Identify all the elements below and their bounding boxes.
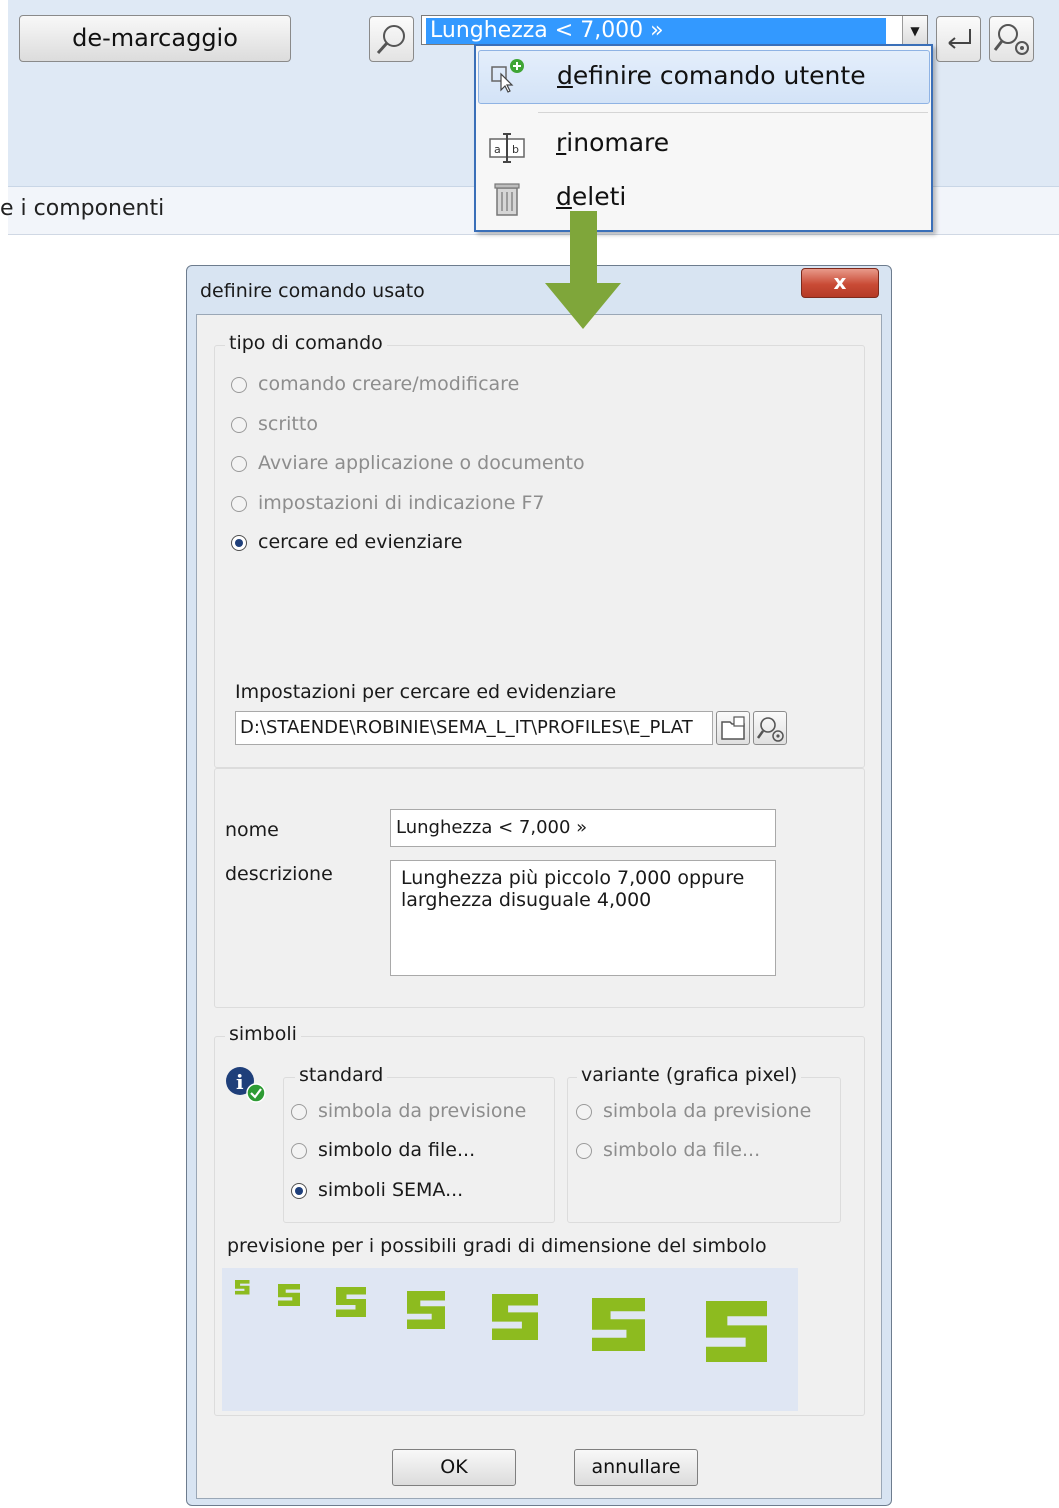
command-type-group bbox=[214, 345, 865, 768]
standard-legend: standard bbox=[295, 1064, 388, 1086]
radio-label: impostazioni di indicazione F7 bbox=[258, 492, 545, 514]
name-label: nome bbox=[225, 819, 279, 841]
radio-label: simbola da previsione bbox=[603, 1100, 812, 1122]
sema-s-icon bbox=[407, 1291, 445, 1329]
status-text: e i componenti bbox=[0, 196, 165, 221]
settings-label: Impostazioni per cercare ed evidenziare bbox=[235, 681, 617, 703]
menu-item-rename[interactable]: a b rinomare bbox=[478, 120, 930, 174]
radio-button-selected[interactable] bbox=[231, 535, 247, 551]
browse-file-button[interactable] bbox=[716, 711, 750, 745]
cancel-button[interactable]: annullare bbox=[574, 1449, 698, 1486]
return-arrow-icon bbox=[948, 29, 971, 49]
radio-button[interactable] bbox=[231, 496, 247, 512]
dialog-title: definire comando usato bbox=[200, 280, 425, 302]
menu-separator bbox=[538, 112, 928, 113]
sema-s-icon bbox=[235, 1280, 250, 1295]
demark-button[interactable]: de-marcaggio bbox=[19, 15, 291, 62]
radio-button[interactable] bbox=[231, 456, 247, 472]
open-folder-icon bbox=[721, 716, 745, 740]
description-label: descrizione bbox=[225, 863, 333, 885]
svg-text:i: i bbox=[236, 1070, 244, 1094]
command-combo[interactable]: Lunghezza < 7,000 » ▼ bbox=[421, 15, 928, 45]
radio-button[interactable] bbox=[231, 377, 247, 393]
close-button[interactable]: x bbox=[801, 268, 879, 298]
enter-button[interactable] bbox=[936, 16, 981, 62]
radio-button[interactable] bbox=[291, 1143, 307, 1159]
preview-label: previsione per i possibili gradi di dime… bbox=[227, 1235, 767, 1257]
sema-s-icon bbox=[706, 1301, 767, 1362]
sema-s-icon bbox=[492, 1294, 538, 1340]
green-arrow-icon bbox=[545, 211, 621, 329]
ok-button[interactable]: OK bbox=[392, 1449, 516, 1486]
dialog-body: tipo di comando comando creare/modificar… bbox=[196, 314, 882, 1499]
info-check-icon: i bbox=[226, 1067, 266, 1103]
description-line: Lunghezza più piccolo 7,000 oppure bbox=[401, 867, 745, 889]
menu-label-rename: rinomare bbox=[556, 128, 670, 157]
search-button[interactable] bbox=[369, 16, 414, 62]
combo-selected-text: Lunghezza < 7,000 » bbox=[426, 18, 886, 44]
sema-s-icon bbox=[278, 1284, 300, 1306]
svg-text:a: a bbox=[494, 143, 501, 156]
magnifier-icon bbox=[376, 25, 405, 55]
radio-label: comando creare/modificare bbox=[258, 373, 520, 395]
radio-label: Avviare applicazione o documento bbox=[258, 452, 585, 474]
search-settings-small-button[interactable] bbox=[753, 711, 787, 745]
search-settings-button[interactable] bbox=[989, 16, 1034, 62]
radio-label: scritto bbox=[258, 413, 318, 435]
radio-label: simbola da previsione bbox=[318, 1100, 527, 1122]
define-command-dialog: definire comando usato x tipo di comando… bbox=[186, 265, 892, 1506]
symbol-preview-panel bbox=[222, 1268, 798, 1411]
radio-button[interactable] bbox=[291, 1104, 307, 1120]
menu-label-define-user-command: definire comando utente bbox=[557, 61, 866, 90]
radio-button[interactable] bbox=[576, 1143, 592, 1159]
search-settings-icon bbox=[993, 24, 1029, 55]
radio-label: simbolo da file... bbox=[603, 1139, 761, 1161]
settings-path-field[interactable]: D:\STAENDE\ROBINIE\SEMA_L_IT\PROFILES\E_… bbox=[235, 711, 713, 745]
command-type-legend: tipo di comando bbox=[225, 332, 387, 354]
radio-label: cercare ed evienziare bbox=[258, 531, 463, 553]
menu-label-delete: deleti bbox=[556, 182, 627, 211]
description-field[interactable]: Lunghezza più piccolo 7,000 oppure largh… bbox=[390, 860, 776, 976]
sema-s-icon bbox=[336, 1287, 366, 1317]
menu-item-define-user-command[interactable]: definire comando utente bbox=[478, 50, 930, 104]
variant-legend: variante (grafica pixel) bbox=[577, 1064, 802, 1086]
sema-s-icon bbox=[592, 1298, 645, 1351]
trash-icon bbox=[494, 183, 520, 216]
search-settings-icon bbox=[756, 717, 784, 742]
svg-text:b: b bbox=[512, 143, 519, 156]
radio-button-selected[interactable] bbox=[291, 1183, 307, 1199]
description-line: larghezza disuguale 4,000 bbox=[401, 889, 652, 911]
name-field[interactable]: Lunghezza < 7,000 » bbox=[390, 809, 776, 847]
radio-button[interactable] bbox=[576, 1104, 592, 1120]
add-user-command-icon bbox=[491, 59, 524, 93]
rename-icon: a b bbox=[489, 133, 525, 163]
combo-dropdown-arrow[interactable]: ▼ bbox=[902, 16, 927, 44]
context-menu: definire comando utente a b rinomare del… bbox=[474, 44, 933, 232]
radio-button[interactable] bbox=[231, 417, 247, 433]
radio-label: simbolo da file... bbox=[318, 1139, 476, 1161]
radio-label: simboli SEMA... bbox=[318, 1179, 464, 1201]
symbols-legend: simboli bbox=[225, 1023, 301, 1045]
symbol-preview bbox=[235, 1280, 767, 1362]
